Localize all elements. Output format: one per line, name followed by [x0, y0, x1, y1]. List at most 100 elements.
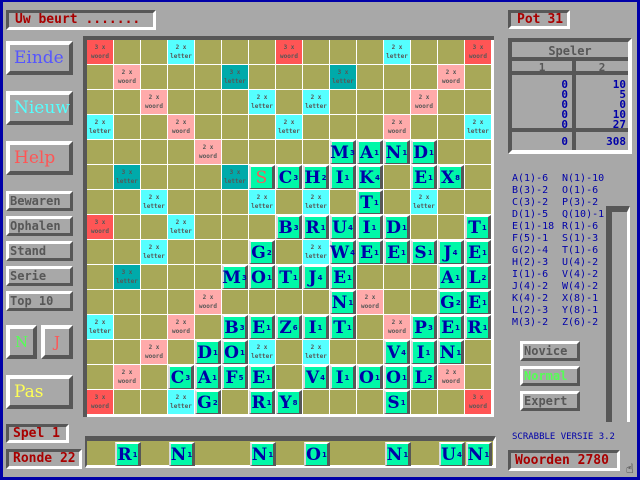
board-cell[interactable] [222, 115, 248, 139]
premium-cell[interactable]: 3 x woord [276, 40, 302, 64]
letter-tile[interactable]: C3 [168, 365, 194, 389]
board-cell[interactable] [141, 40, 167, 64]
letter-tile[interactable]: E1 [411, 165, 437, 189]
letter-tile[interactable]: R1 [303, 215, 329, 239]
letter-tile[interactable]: W4 [330, 240, 356, 264]
letter-tile[interactable]: U4 [330, 215, 356, 239]
board-cell[interactable] [438, 40, 464, 64]
premium-cell[interactable]: 2 x letter [249, 340, 275, 364]
board-cell[interactable] [168, 340, 194, 364]
board-cell[interactable] [249, 140, 275, 164]
board-cell[interactable] [303, 290, 329, 314]
board-cell[interactable] [276, 365, 302, 389]
premium-cell[interactable]: 2 x letter [87, 115, 113, 139]
board-cell[interactable] [141, 140, 167, 164]
letter-tile[interactable]: G2 [249, 240, 275, 264]
premium-cell[interactable]: 3 x woord [465, 390, 491, 414]
premium-cell[interactable]: 2 x letter [303, 90, 329, 114]
board-cell[interactable] [357, 340, 383, 364]
premium-cell[interactable]: 2 x letter [87, 315, 113, 339]
premium-cell[interactable]: 3 x letter [114, 265, 140, 289]
premium-cell[interactable]: 2 x woord [114, 65, 140, 89]
premium-cell[interactable]: 2 x woord [195, 290, 221, 314]
board-cell[interactable] [114, 340, 140, 364]
board-cell[interactable] [465, 340, 491, 364]
board-cell[interactable] [357, 40, 383, 64]
premium-cell[interactable]: 3 x letter [114, 165, 140, 189]
board-cell[interactable] [168, 140, 194, 164]
board-cell[interactable] [87, 265, 113, 289]
premium-cell[interactable]: 2 x letter [168, 390, 194, 414]
board-cell[interactable] [195, 40, 221, 64]
board-cell[interactable] [276, 90, 302, 114]
letter-tile[interactable]: S1 [384, 390, 410, 414]
board-cell[interactable] [168, 190, 194, 214]
board-cell[interactable] [357, 90, 383, 114]
board-cell[interactable] [330, 190, 356, 214]
board-cell[interactable] [87, 240, 113, 264]
premium-cell[interactable]: 3 x woord [465, 40, 491, 64]
board-cell[interactable] [330, 115, 356, 139]
board-cell[interactable] [411, 390, 437, 414]
board-cell[interactable] [141, 365, 167, 389]
letter-tile[interactable]: R1 [115, 442, 141, 466]
letter-tile[interactable]: S [249, 165, 275, 189]
letter-tile[interactable]: I1 [330, 165, 356, 189]
premium-cell[interactable]: 2 x letter [465, 115, 491, 139]
board-cell[interactable] [114, 40, 140, 64]
serie-button[interactable]: Serie [6, 266, 73, 286]
letter-tile[interactable]: O1 [357, 365, 383, 389]
premium-cell[interactable]: 2 x letter [168, 40, 194, 64]
letter-tile[interactable]: L2 [465, 265, 491, 289]
premium-cell[interactable]: 3 x woord [87, 390, 113, 414]
letter-tile[interactable]: D1 [384, 215, 410, 239]
letter-tile[interactable]: N1 [330, 290, 356, 314]
game-board[interactable]: 3 x woord 2 x letter 3 x woord 2 x letter 3 x woo… [83, 36, 494, 417]
board-cell[interactable] [249, 40, 275, 64]
board-cell[interactable] [384, 165, 410, 189]
letter-tile[interactable]: J4 [303, 265, 329, 289]
board-cell[interactable] [303, 40, 329, 64]
board-cell[interactable] [438, 90, 464, 114]
premium-cell[interactable]: 3 x letter [330, 65, 356, 89]
board-cell[interactable] [303, 390, 329, 414]
board-cell[interactable] [384, 90, 410, 114]
board-cell[interactable] [222, 240, 248, 264]
premium-cell[interactable]: 2 x letter [141, 240, 167, 264]
board-cell[interactable] [195, 90, 221, 114]
board-cell[interactable] [276, 240, 302, 264]
letter-tile[interactable]: E1 [330, 265, 356, 289]
premium-cell[interactable]: 2 x woord [384, 315, 410, 339]
letter-tile[interactable]: X8 [438, 165, 464, 189]
board-cell[interactable] [465, 365, 491, 389]
premium-cell[interactable]: 3 x woord [87, 215, 113, 239]
board-cell[interactable] [195, 190, 221, 214]
letter-tile[interactable]: N1 [438, 340, 464, 364]
letter-tile[interactable]: U4 [439, 442, 465, 466]
board-cell[interactable] [195, 115, 221, 139]
ophalen-button[interactable]: Ophalen [6, 216, 73, 236]
board-cell[interactable] [168, 65, 194, 89]
letter-tile[interactable]: I1 [330, 365, 356, 389]
top10-button[interactable]: Top 10 [6, 291, 73, 311]
letter-tile[interactable]: E1 [384, 240, 410, 264]
letter-tile[interactable]: E1 [357, 240, 383, 264]
letter-tile[interactable]: I1 [411, 340, 437, 364]
letter-tile[interactable]: V4 [303, 365, 329, 389]
board-cell[interactable] [114, 315, 140, 339]
board-cell[interactable] [276, 65, 302, 89]
board-cell[interactable] [384, 290, 410, 314]
premium-cell[interactable]: 2 x letter [168, 215, 194, 239]
premium-cell[interactable]: 2 x letter [276, 115, 302, 139]
level-expert-button[interactable]: Expert [520, 391, 580, 411]
ja-button[interactable]: J [41, 325, 73, 359]
letter-tile[interactable]: S1 [411, 240, 437, 264]
premium-cell[interactable]: 2 x letter [249, 90, 275, 114]
stand-button[interactable]: Stand [6, 241, 73, 261]
premium-cell[interactable]: 2 x woord [195, 140, 221, 164]
board-cell[interactable] [465, 90, 491, 114]
board-cell[interactable] [114, 190, 140, 214]
pas-button[interactable]: Pas [6, 375, 73, 409]
letter-tile[interactable]: J4 [438, 240, 464, 264]
premium-cell[interactable]: 2 x letter [303, 240, 329, 264]
